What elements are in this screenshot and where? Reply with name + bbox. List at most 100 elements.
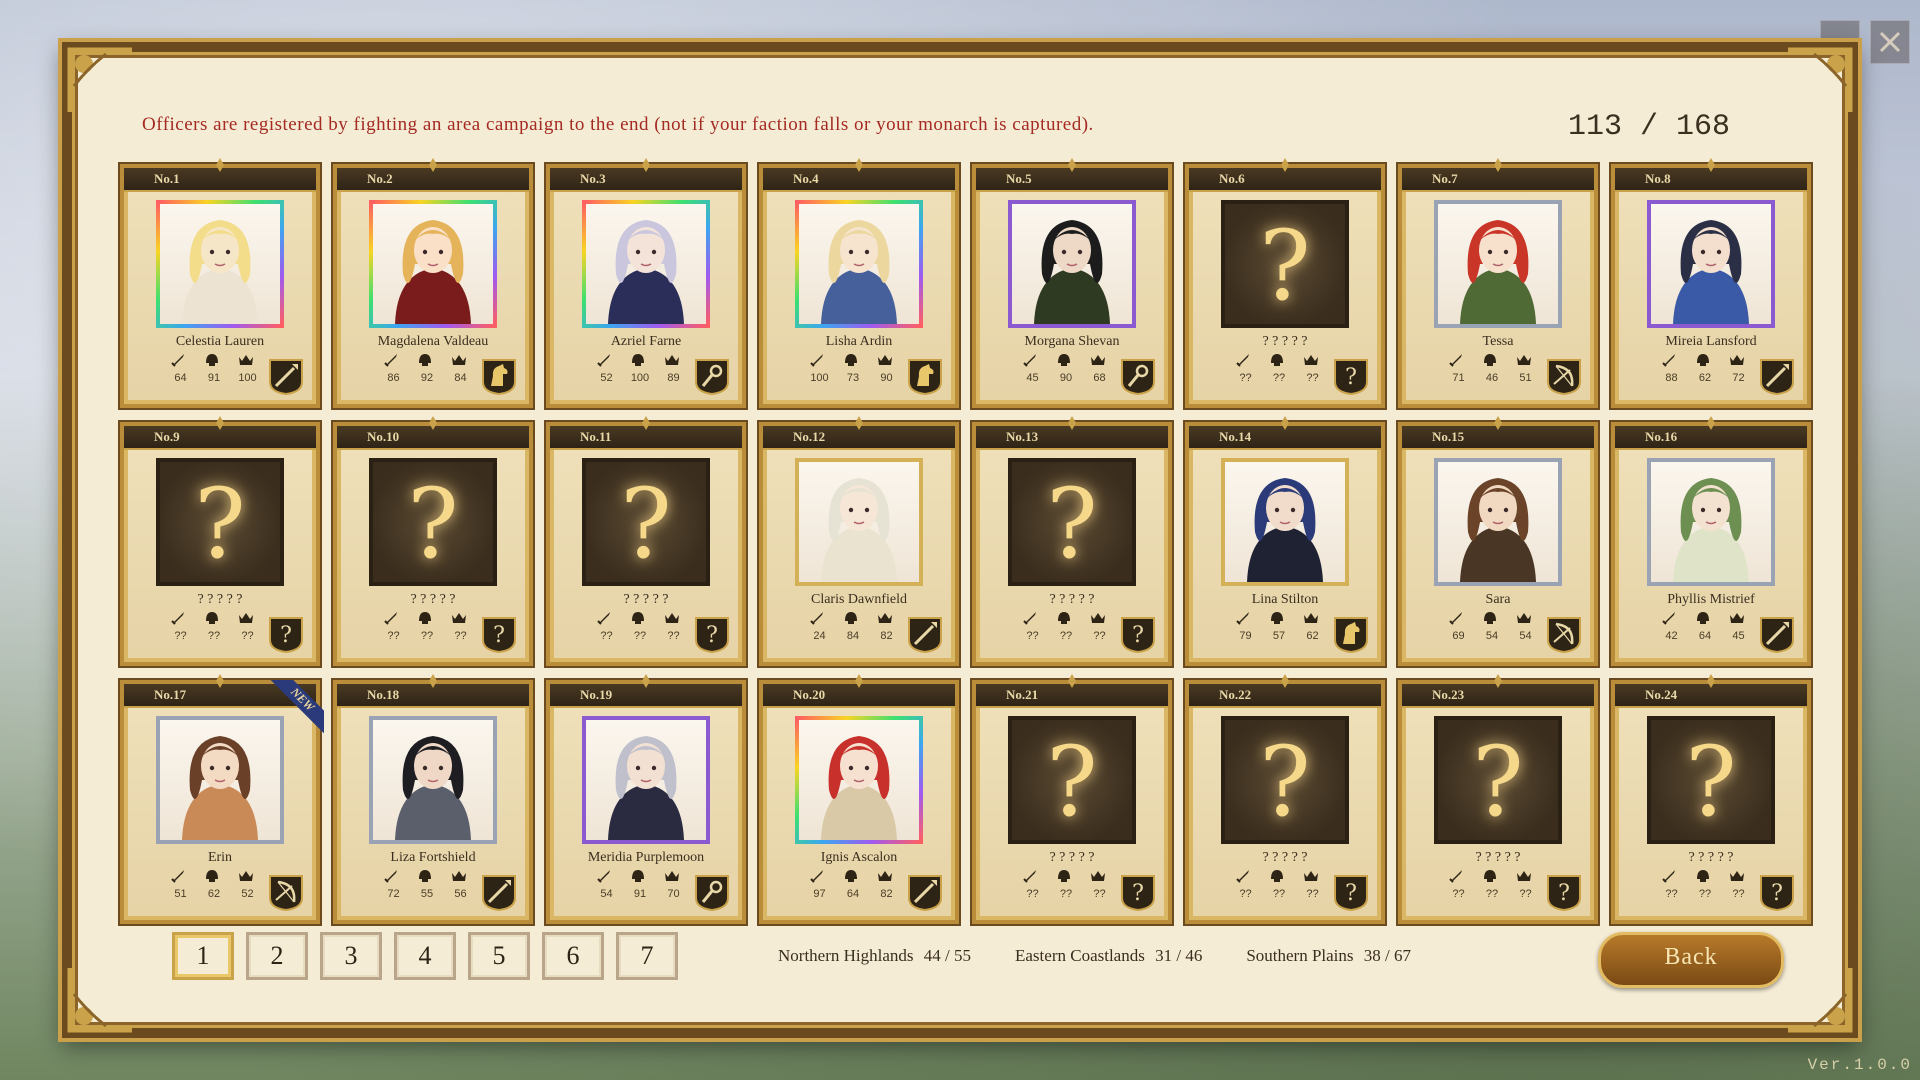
spear-icon — [1760, 359, 1794, 396]
war-stat: 52 — [600, 372, 613, 384]
officer-card[interactable]: No.12 Claris Dawnfield 24 84 82 — [759, 416, 959, 666]
stat-icons — [383, 352, 467, 368]
sword-icon — [809, 868, 825, 884]
helmet-icon — [1695, 610, 1711, 626]
helmet-icon — [1056, 868, 1072, 884]
officer-card[interactable]: No.18 Liza Fortshield 72 55 56 — [333, 674, 533, 924]
page-button-1[interactable]: 1 — [172, 932, 234, 980]
staff-icon — [695, 359, 729, 396]
officer-card[interactable]: No.20 Ignis Ascalon 97 64 82 — [759, 674, 959, 924]
war-stat: 100 — [810, 372, 829, 384]
page-button-7[interactable]: 7 — [616, 932, 678, 980]
locked-portrait: ? — [1008, 716, 1136, 844]
officer-card[interactable]: No.19 Meridia Purplemoon 54 91 70 — [546, 674, 746, 924]
officer-portrait — [795, 716, 923, 844]
crest-icon — [429, 674, 437, 688]
page-button-4[interactable]: 4 — [394, 932, 456, 980]
page-button-5[interactable]: 5 — [468, 932, 530, 980]
officer-card[interactable]: No.17 Erin 51 62 52 NEW — [120, 674, 324, 924]
question-mark-icon: ? — [1046, 468, 1098, 580]
officer-portrait — [1434, 200, 1562, 328]
spear-icon — [1760, 617, 1794, 654]
officer-card[interactable]: No.1 Celestia Lauren 64 91 100 — [120, 158, 320, 408]
crown-icon — [451, 610, 467, 626]
leadership-stat: 100 — [238, 372, 257, 384]
stat-icons — [1661, 868, 1745, 884]
leadership-stat: 45 — [1732, 630, 1745, 642]
officer-card[interactable]: No.11? ? ? ? ? ???????? — [546, 416, 746, 666]
crown-icon — [1729, 610, 1745, 626]
question-mark-icon: ? — [1685, 726, 1737, 838]
leadership-stat: 62 — [1306, 630, 1319, 642]
officer-card[interactable]: No.3 Azriel Farne 52 100 89 — [546, 158, 746, 408]
officer-card[interactable]: No.24? ? ? ? ? ???????? — [1611, 674, 1811, 924]
helmet-icon — [1269, 352, 1285, 368]
crown-icon — [664, 610, 680, 626]
question-icon: ? — [1121, 617, 1155, 654]
portrait-art — [1247, 478, 1323, 582]
back-button[interactable]: Back — [1598, 932, 1784, 988]
officer-card[interactable]: No.22? ? ? ? ? ???????? — [1185, 674, 1385, 924]
crown-icon — [1516, 610, 1532, 626]
helmet-icon — [417, 352, 433, 368]
officer-card[interactable]: No.4 Lisha Ardin 100 73 90 — [759, 158, 959, 408]
page-button-6[interactable]: 6 — [542, 932, 604, 980]
crown-icon — [238, 610, 254, 626]
portrait-art — [1673, 220, 1749, 324]
question-mark-icon: ? — [620, 468, 672, 580]
leadership-stat: ?? — [454, 630, 467, 642]
spear-icon — [482, 875, 516, 912]
question-mark-icon: ? — [1472, 726, 1524, 838]
region-item: Northern Highlands 44 / 55 — [778, 946, 971, 966]
officer-card[interactable]: No.13? ? ? ? ? ???????? — [972, 416, 1172, 666]
officer-card[interactable]: No.8 Mireia Lansford 88 62 72 — [1611, 158, 1811, 408]
officer-card[interactable]: No.15 Sara 69 54 54 — [1398, 416, 1598, 666]
crown-icon — [451, 352, 467, 368]
leadership-stat: 52 — [241, 888, 254, 900]
page-button-3[interactable]: 3 — [320, 932, 382, 980]
officer-card[interactable]: No.7 Tessa 71 46 51 — [1398, 158, 1598, 408]
question-mark-icon: ? — [1259, 210, 1311, 322]
officer-card[interactable]: No.23? ? ? ? ? ???????? — [1398, 674, 1598, 924]
officer-card[interactable]: No.10? ? ? ? ? ???????? — [333, 416, 533, 666]
officer-portrait — [1647, 458, 1775, 586]
portrait-art — [182, 220, 258, 324]
close-icon — [1879, 31, 1901, 53]
intellect-stat: ?? — [1485, 888, 1499, 900]
region-count: 38 / 67 — [1359, 946, 1412, 965]
page-button-2[interactable]: 2 — [246, 932, 308, 980]
svg-text:?: ? — [1771, 881, 1783, 906]
region-label: Northern Highlands — [778, 946, 914, 965]
crest-icon — [1068, 158, 1076, 172]
crest-icon — [855, 674, 863, 688]
officer-registry-panel: Officers are registered by fighting an a… — [62, 42, 1858, 1038]
intellect-stat: 91 — [633, 888, 647, 900]
officer-number: No.2 — [367, 171, 393, 186]
question-mark-icon: ? — [1046, 726, 1098, 838]
close-button[interactable] — [1870, 20, 1910, 64]
svg-text:?: ? — [1132, 881, 1144, 906]
leadership-stat: ?? — [1093, 630, 1106, 642]
stat-icons — [596, 610, 680, 626]
officer-card[interactable]: No.21? ? ? ? ? ???????? — [972, 674, 1172, 924]
stat-values: 42 64 45 — [1655, 630, 1755, 642]
war-stat: ?? — [1026, 630, 1039, 642]
officer-card[interactable]: No.14 Lina Stilton 79 57 62 — [1185, 416, 1385, 666]
portrait-art — [608, 736, 684, 840]
portrait-art — [1460, 220, 1536, 324]
portrait-art — [182, 736, 258, 840]
officer-card[interactable]: No.2 Magdalena Valdeau 86 92 84 — [333, 158, 533, 408]
officer-name: ? ? ? ? ? — [1049, 850, 1095, 865]
officer-card[interactable]: No.16 Phyllis Mistrief 42 64 45 — [1611, 416, 1811, 666]
officer-card[interactable]: No.6? ? ? ? ? ???????? — [1185, 158, 1385, 408]
crown-icon — [238, 868, 254, 884]
crest-icon — [642, 416, 650, 430]
officer-card[interactable]: No.5 Morgana Shevan 45 90 68 — [972, 158, 1172, 408]
officer-number: No.3 — [580, 171, 606, 186]
crown-icon — [1303, 868, 1319, 884]
crown-icon — [1090, 352, 1106, 368]
officer-name: ? ? ? ? ? — [1262, 334, 1308, 349]
officer-card[interactable]: No.9? ? ? ? ? ???????? — [120, 416, 320, 666]
officer-name: Erin — [207, 850, 233, 865]
war-stat: ?? — [1452, 888, 1465, 900]
